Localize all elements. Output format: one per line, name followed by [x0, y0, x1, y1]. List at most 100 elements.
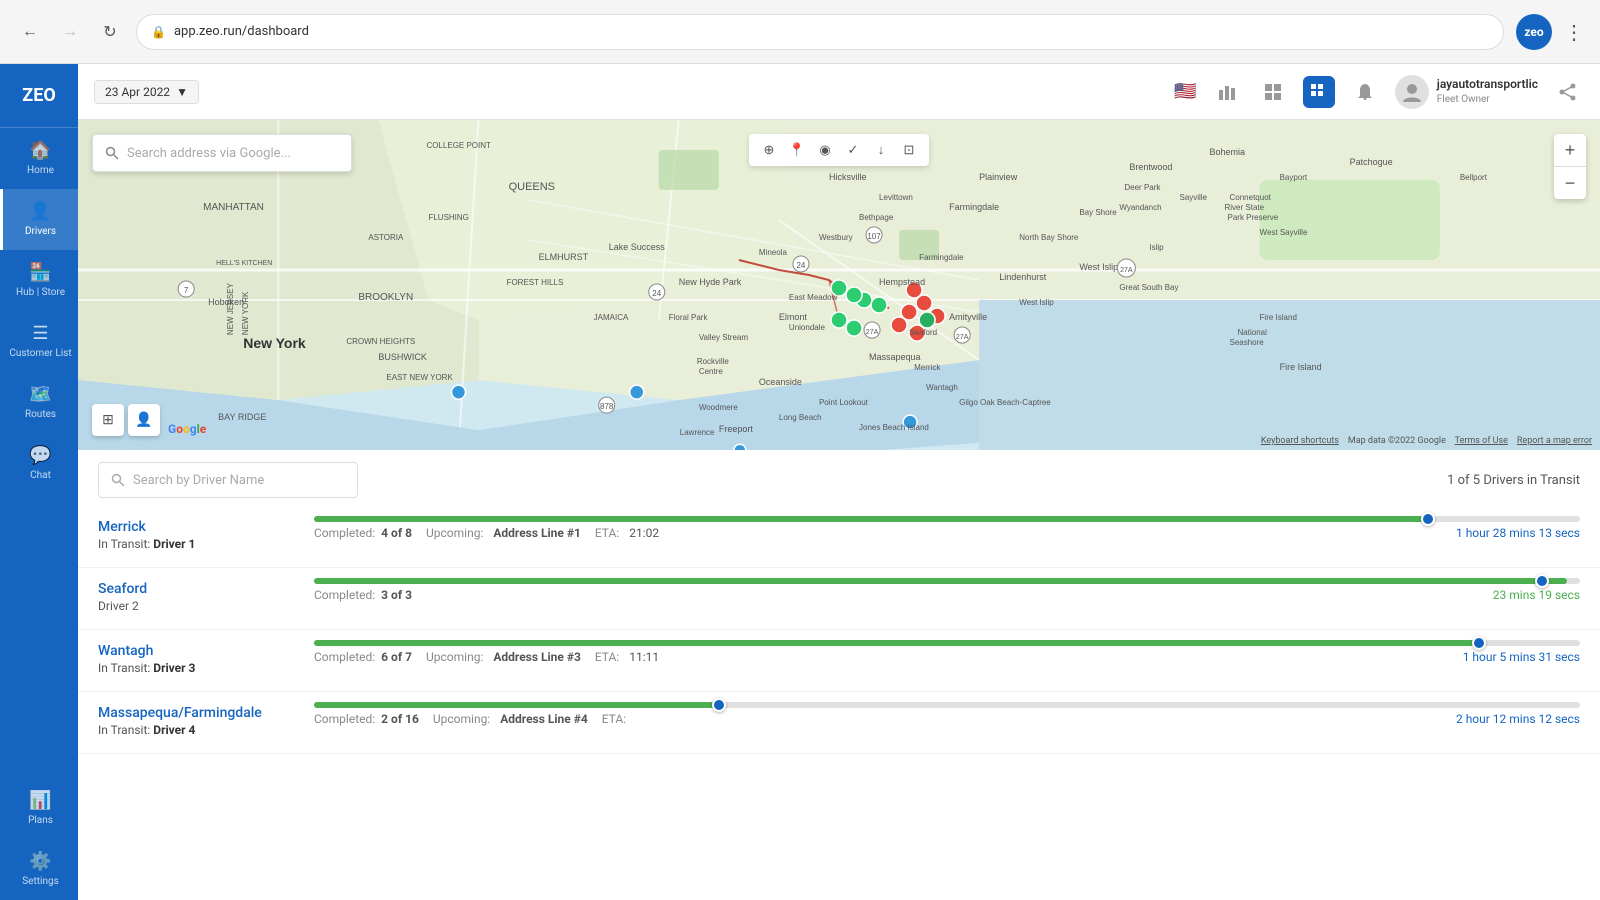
- sidebar-item-chat[interactable]: 💬 Chat: [0, 433, 78, 494]
- refresh-button[interactable]: ↻: [96, 18, 124, 46]
- sidebar-item-hub-store[interactable]: 🏪 Hub | Store: [0, 250, 78, 311]
- sidebar-item-drivers[interactable]: 👤 Drivers: [0, 189, 78, 250]
- svg-text:Lake Success: Lake Success: [609, 242, 666, 252]
- driver-details: Completed:4 of 8Upcoming:Address Line #1…: [314, 526, 659, 540]
- svg-text:FLUSHING: FLUSHING: [428, 213, 468, 222]
- upcoming-label: Upcoming:: [433, 712, 490, 726]
- sidebar-label-settings: Settings: [22, 876, 59, 888]
- progress-fill: [314, 578, 1567, 584]
- browser-menu-button[interactable]: ⋮: [1564, 20, 1584, 44]
- completed-label: Completed:: [314, 588, 375, 602]
- driver-details-row: Completed:3 of 3 23 mins 19 secs: [314, 588, 1580, 602]
- top-header: 23 Apr 2022 ▼ 🇺🇸: [78, 64, 1600, 120]
- progress-thumb: [1535, 574, 1549, 588]
- header-notification-icon[interactable]: [1349, 76, 1381, 108]
- driver-name-link[interactable]: Massapequa/Farmingdale: [98, 705, 262, 721]
- svg-text:Farmingdale: Farmingdale: [919, 253, 964, 262]
- driver-status: In Transit: Driver 4: [98, 723, 298, 737]
- customer-list-icon: ☰: [32, 323, 48, 344]
- svg-text:BROOKLYN: BROOKLYN: [358, 292, 413, 303]
- user-info[interactable]: jayautotransportlic Fleet Owner: [1395, 75, 1538, 109]
- svg-text:COLLEGE POINT: COLLEGE POINT: [426, 141, 491, 150]
- header-share-icon[interactable]: [1552, 76, 1584, 108]
- forward-button[interactable]: →: [56, 18, 84, 46]
- address-bar[interactable]: 🔒 app.zeo.run/dashboard: [136, 14, 1504, 50]
- eta-value: 11:11: [629, 650, 659, 664]
- progress-track: [314, 702, 1580, 708]
- svg-text:Park Preserve: Park Preserve: [1228, 213, 1279, 222]
- driver-eta: 23 mins 19 secs: [1493, 588, 1580, 602]
- progress-thumb: [712, 698, 726, 712]
- map-search-bar[interactable]: Search address via Google...: [92, 134, 352, 172]
- svg-text:Bay Shore: Bay Shore: [1079, 208, 1117, 217]
- sidebar-item-routes[interactable]: 🗺️ Routes: [0, 372, 78, 433]
- progress-fill: [314, 640, 1479, 646]
- driver-details: Completed:6 of 7Upcoming:Address Line #3…: [314, 650, 659, 664]
- driver-name-link[interactable]: Wantagh: [98, 643, 153, 659]
- hub-store-icon: 🏪: [29, 262, 51, 283]
- svg-text:CROWN HEIGHTS: CROWN HEIGHTS: [346, 337, 415, 346]
- eta-label: ETA:: [602, 712, 626, 726]
- map-expand-button[interactable]: ⊞: [92, 404, 124, 436]
- svg-text:Centre: Centre: [699, 367, 724, 376]
- svg-text:BUSHWICK: BUSHWICK: [378, 352, 427, 362]
- header-grid-icon[interactable]: [1257, 76, 1289, 108]
- upcoming-label: Upcoming:: [426, 526, 483, 540]
- sidebar-item-settings[interactable]: ⚙️ Settings: [0, 839, 78, 900]
- map-tool-1[interactable]: ⊕: [757, 138, 781, 162]
- header-bar-chart-icon[interactable]: [1211, 76, 1243, 108]
- flag-icon: 🇺🇸: [1174, 81, 1196, 102]
- svg-text:North Bay Shore: North Bay Shore: [1019, 233, 1079, 242]
- main-content: 23 Apr 2022 ▼ 🇺🇸: [78, 64, 1600, 900]
- zoom-in-button[interactable]: +: [1554, 134, 1586, 166]
- map-search-icon: [105, 146, 119, 160]
- map-tool-5[interactable]: ↓: [869, 138, 893, 162]
- svg-text:NEW JERSEY: NEW JERSEY: [226, 282, 235, 335]
- svg-text:Sayville: Sayville: [1179, 193, 1207, 202]
- sidebar-item-customer-list[interactable]: ☰ Customer List: [0, 311, 78, 372]
- svg-text:Elmont: Elmont: [779, 312, 808, 322]
- svg-text:NEW YORK: NEW YORK: [241, 291, 250, 335]
- map-tool-2[interactable]: 📍: [785, 138, 809, 162]
- driver-row: Seaford Driver 2 Completed:3 of 3 23 min…: [78, 568, 1600, 630]
- map-tool-4[interactable]: ✓: [841, 138, 865, 162]
- driver-details-row: Completed:2 of 16Upcoming:Address Line #…: [314, 712, 1580, 726]
- svg-text:Freeport: Freeport: [719, 424, 754, 434]
- svg-text:Uniondale: Uniondale: [789, 323, 826, 332]
- driver-search-input[interactable]: Search by Driver Name: [98, 462, 358, 498]
- svg-text:Deer Park: Deer Park: [1124, 183, 1161, 192]
- progress-track: [314, 640, 1580, 646]
- map-location-button[interactable]: 👤: [128, 404, 160, 436]
- svg-text:Islip: Islip: [1149, 243, 1164, 252]
- svg-text:Levittown: Levittown: [879, 193, 913, 202]
- svg-text:FOREST HILLS: FOREST HILLS: [507, 278, 564, 287]
- back-button[interactable]: ←: [16, 18, 44, 46]
- svg-text:Lindenhurst: Lindenhurst: [999, 272, 1047, 282]
- sidebar-item-plans[interactable]: 📊 Plans: [0, 778, 78, 839]
- driver-number: Driver 4: [153, 723, 195, 737]
- user-text: jayautotransportlic Fleet Owner: [1437, 77, 1538, 106]
- completed-value: 4 of 8: [381, 526, 412, 540]
- zoom-out-button[interactable]: −: [1554, 167, 1586, 199]
- driver-progress-area: Completed:4 of 8Upcoming:Address Line #1…: [314, 516, 1580, 540]
- svg-text:Wyandanch: Wyandanch: [1119, 203, 1161, 212]
- svg-text:JAMAICA: JAMAICA: [594, 313, 629, 322]
- upcoming-label: Upcoming:: [426, 650, 483, 664]
- lock-icon: 🔒: [151, 25, 166, 39]
- map-tool-3[interactable]: ◉: [813, 138, 837, 162]
- address-text: app.zeo.run/dashboard: [174, 24, 309, 39]
- svg-text:Bayport: Bayport: [1280, 173, 1308, 182]
- svg-text:QUEENS: QUEENS: [509, 181, 555, 193]
- sidebar-label-hub-store: Hub | Store: [16, 287, 65, 299]
- driver-name-link[interactable]: Merrick: [98, 519, 146, 535]
- svg-text:Bellport: Bellport: [1460, 173, 1488, 182]
- map-tool-6[interactable]: ⊡: [897, 138, 921, 162]
- terms-link[interactable]: Terms of Use: [1455, 436, 1508, 446]
- driver-details-row: Completed:4 of 8Upcoming:Address Line #1…: [314, 526, 1580, 540]
- driver-name-link[interactable]: Seaford: [98, 581, 147, 597]
- svg-text:Valley Stream: Valley Stream: [699, 333, 749, 342]
- keyboard-shortcuts-link[interactable]: Keyboard shortcuts: [1261, 436, 1339, 446]
- header-map-icon[interactable]: [1303, 76, 1335, 108]
- sidebar-item-home[interactable]: 🏠 Home: [0, 128, 78, 189]
- report-link[interactable]: Report a map error: [1517, 436, 1592, 446]
